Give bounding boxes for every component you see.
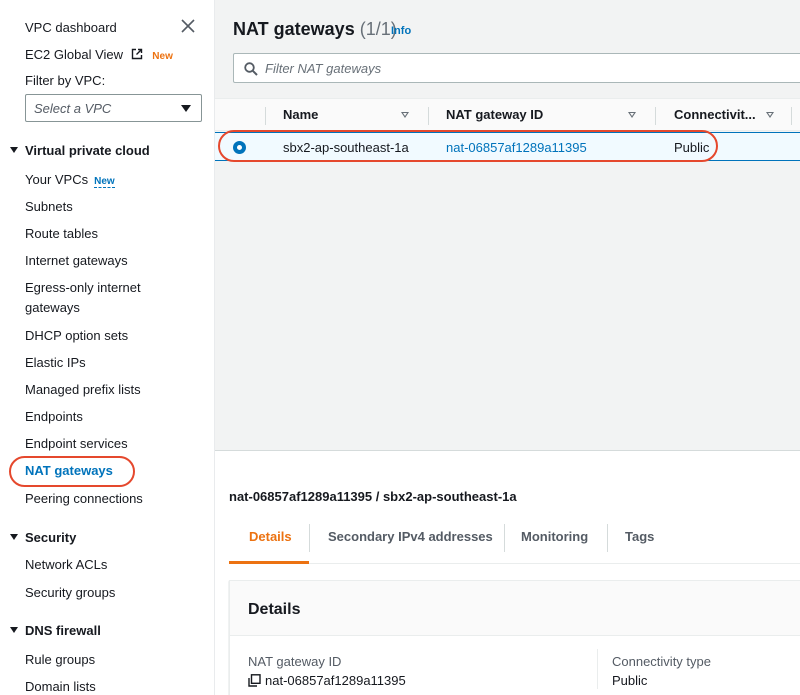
sidebar-item-rule-groups[interactable]: Rule groups bbox=[25, 650, 95, 670]
new-badge: New bbox=[94, 176, 115, 188]
sidebar-item-egress-only-internet-gateways[interactable]: Egress-only internet gateways bbox=[25, 278, 141, 318]
external-link-icon bbox=[131, 48, 142, 60]
column-divider bbox=[597, 649, 598, 689]
sidebar-item-peering-connections[interactable]: Peering connections bbox=[25, 489, 143, 509]
tab-tags[interactable]: Tags bbox=[625, 529, 654, 544]
highlight-annotation bbox=[9, 456, 135, 487]
page-title: NAT gateways (1/1) bbox=[233, 19, 397, 40]
column-divider bbox=[791, 107, 792, 125]
column-divider bbox=[655, 107, 656, 125]
tab-separator bbox=[607, 524, 608, 552]
card-header: Details bbox=[230, 581, 800, 636]
vpc-dashboard-link[interactable]: VPC dashboard bbox=[25, 20, 117, 35]
vpc-select-placeholder: Select a VPC bbox=[34, 101, 112, 116]
sort-icon[interactable] bbox=[628, 112, 636, 118]
sidebar-item-label: Your VPCs bbox=[25, 172, 89, 187]
sidebar-item-endpoints[interactable]: Endpoints bbox=[25, 407, 83, 427]
sidebar-item-elastic-ips[interactable]: Elastic IPs bbox=[25, 353, 86, 373]
connectivity-type-label: Connectivity type bbox=[612, 654, 711, 669]
sidebar-item-security-groups[interactable]: Security groups bbox=[25, 583, 115, 603]
details-card: Details NAT gateway ID nat-06857af1289a1… bbox=[229, 580, 800, 695]
section-label: Virtual private cloud bbox=[25, 143, 150, 158]
highlight-annotation bbox=[218, 130, 718, 162]
tab-separator bbox=[504, 524, 505, 552]
split-panel-divider[interactable] bbox=[215, 450, 800, 451]
copy-icon[interactable] bbox=[248, 674, 261, 687]
sidebar-item-internet-gateways[interactable]: Internet gateways bbox=[25, 251, 128, 271]
connectivity-type-value: Public bbox=[612, 673, 648, 688]
main-content: NAT gateways (1/1) Info Filter NAT gatew… bbox=[215, 0, 800, 695]
sidebar-item-your-vpcs[interactable]: Your VPCs New bbox=[25, 170, 115, 192]
tab-separator bbox=[309, 524, 310, 552]
column-header-nat-gateway-id[interactable]: NAT gateway ID bbox=[446, 107, 543, 122]
search-placeholder: Filter NAT gateways bbox=[265, 61, 382, 76]
sort-icon[interactable] bbox=[766, 112, 774, 118]
sidebar-item-label: gateways bbox=[25, 300, 80, 315]
detail-tabs: Details Secondary IPv4 addresses Monitor… bbox=[229, 516, 800, 564]
nat-gateway-id-label: NAT gateway ID bbox=[248, 654, 342, 669]
column-divider bbox=[265, 107, 266, 125]
filter-by-vpc-label: Filter by VPC: bbox=[25, 73, 106, 88]
card-title: Details bbox=[248, 601, 301, 618]
table-header: Name NAT gateway ID Connectivit... bbox=[215, 98, 800, 131]
column-header-connectivity[interactable]: Connectivit... bbox=[674, 107, 756, 122]
sidebar: VPC dashboard EC2 Global View New Filter… bbox=[0, 0, 215, 695]
sidebar-item-route-tables[interactable]: Route tables bbox=[25, 224, 98, 244]
section-virtual-private-cloud[interactable]: Virtual private cloud bbox=[10, 143, 150, 158]
search-input[interactable]: Filter NAT gateways bbox=[233, 53, 800, 83]
sidebar-item-subnets[interactable]: Subnets bbox=[25, 197, 73, 217]
sidebar-item-dhcp-option-sets[interactable]: DHCP option sets bbox=[25, 326, 128, 346]
section-label: DNS firewall bbox=[25, 623, 101, 638]
page-title-text: NAT gateways bbox=[233, 19, 355, 39]
sidebar-item-network-acls[interactable]: Network ACLs bbox=[25, 555, 107, 575]
tab-secondary-ipv4-addresses[interactable]: Secondary IPv4 addresses bbox=[328, 529, 493, 544]
tab-details[interactable]: Details bbox=[249, 529, 292, 544]
dropdown-caret-icon bbox=[181, 105, 191, 112]
section-security[interactable]: Security bbox=[10, 530, 76, 545]
sidebar-item-managed-prefix-lists[interactable]: Managed prefix lists bbox=[25, 380, 141, 400]
sidebar-item-endpoint-services[interactable]: Endpoint services bbox=[25, 434, 128, 454]
ec2-global-view-label: EC2 Global View bbox=[25, 47, 124, 62]
search-icon bbox=[244, 62, 258, 76]
info-link[interactable]: Info bbox=[391, 25, 411, 37]
close-icon[interactable] bbox=[180, 18, 196, 34]
detail-panel-heading: nat-06857af1289a11395 / sbx2-ap-southeas… bbox=[229, 489, 517, 504]
section-dns-firewall[interactable]: DNS firewall bbox=[10, 623, 101, 638]
column-divider bbox=[428, 107, 429, 125]
tab-monitoring[interactable]: Monitoring bbox=[521, 529, 588, 544]
nat-gateway-id-text: nat-06857af1289a11395 bbox=[265, 673, 406, 688]
ec2-global-view-link[interactable]: EC2 Global View New bbox=[25, 47, 173, 62]
vpc-select[interactable]: Select a VPC bbox=[25, 94, 202, 122]
caret-down-icon bbox=[10, 147, 18, 153]
sidebar-item-domain-lists[interactable]: Domain lists bbox=[25, 677, 96, 695]
column-header-name[interactable]: Name bbox=[283, 107, 318, 122]
caret-down-icon bbox=[10, 534, 18, 540]
sidebar-item-label: Egress-only internet bbox=[25, 280, 141, 295]
sort-icon[interactable] bbox=[401, 112, 409, 118]
active-tab-indicator bbox=[229, 561, 309, 564]
section-label: Security bbox=[25, 530, 77, 545]
caret-down-icon bbox=[10, 627, 18, 633]
nat-gateways-table-panel: NAT gateways (1/1) Info Filter NAT gatew… bbox=[215, 0, 800, 450]
nat-gateway-id-value: nat-06857af1289a11395 bbox=[248, 673, 406, 688]
new-badge: New bbox=[152, 51, 173, 62]
